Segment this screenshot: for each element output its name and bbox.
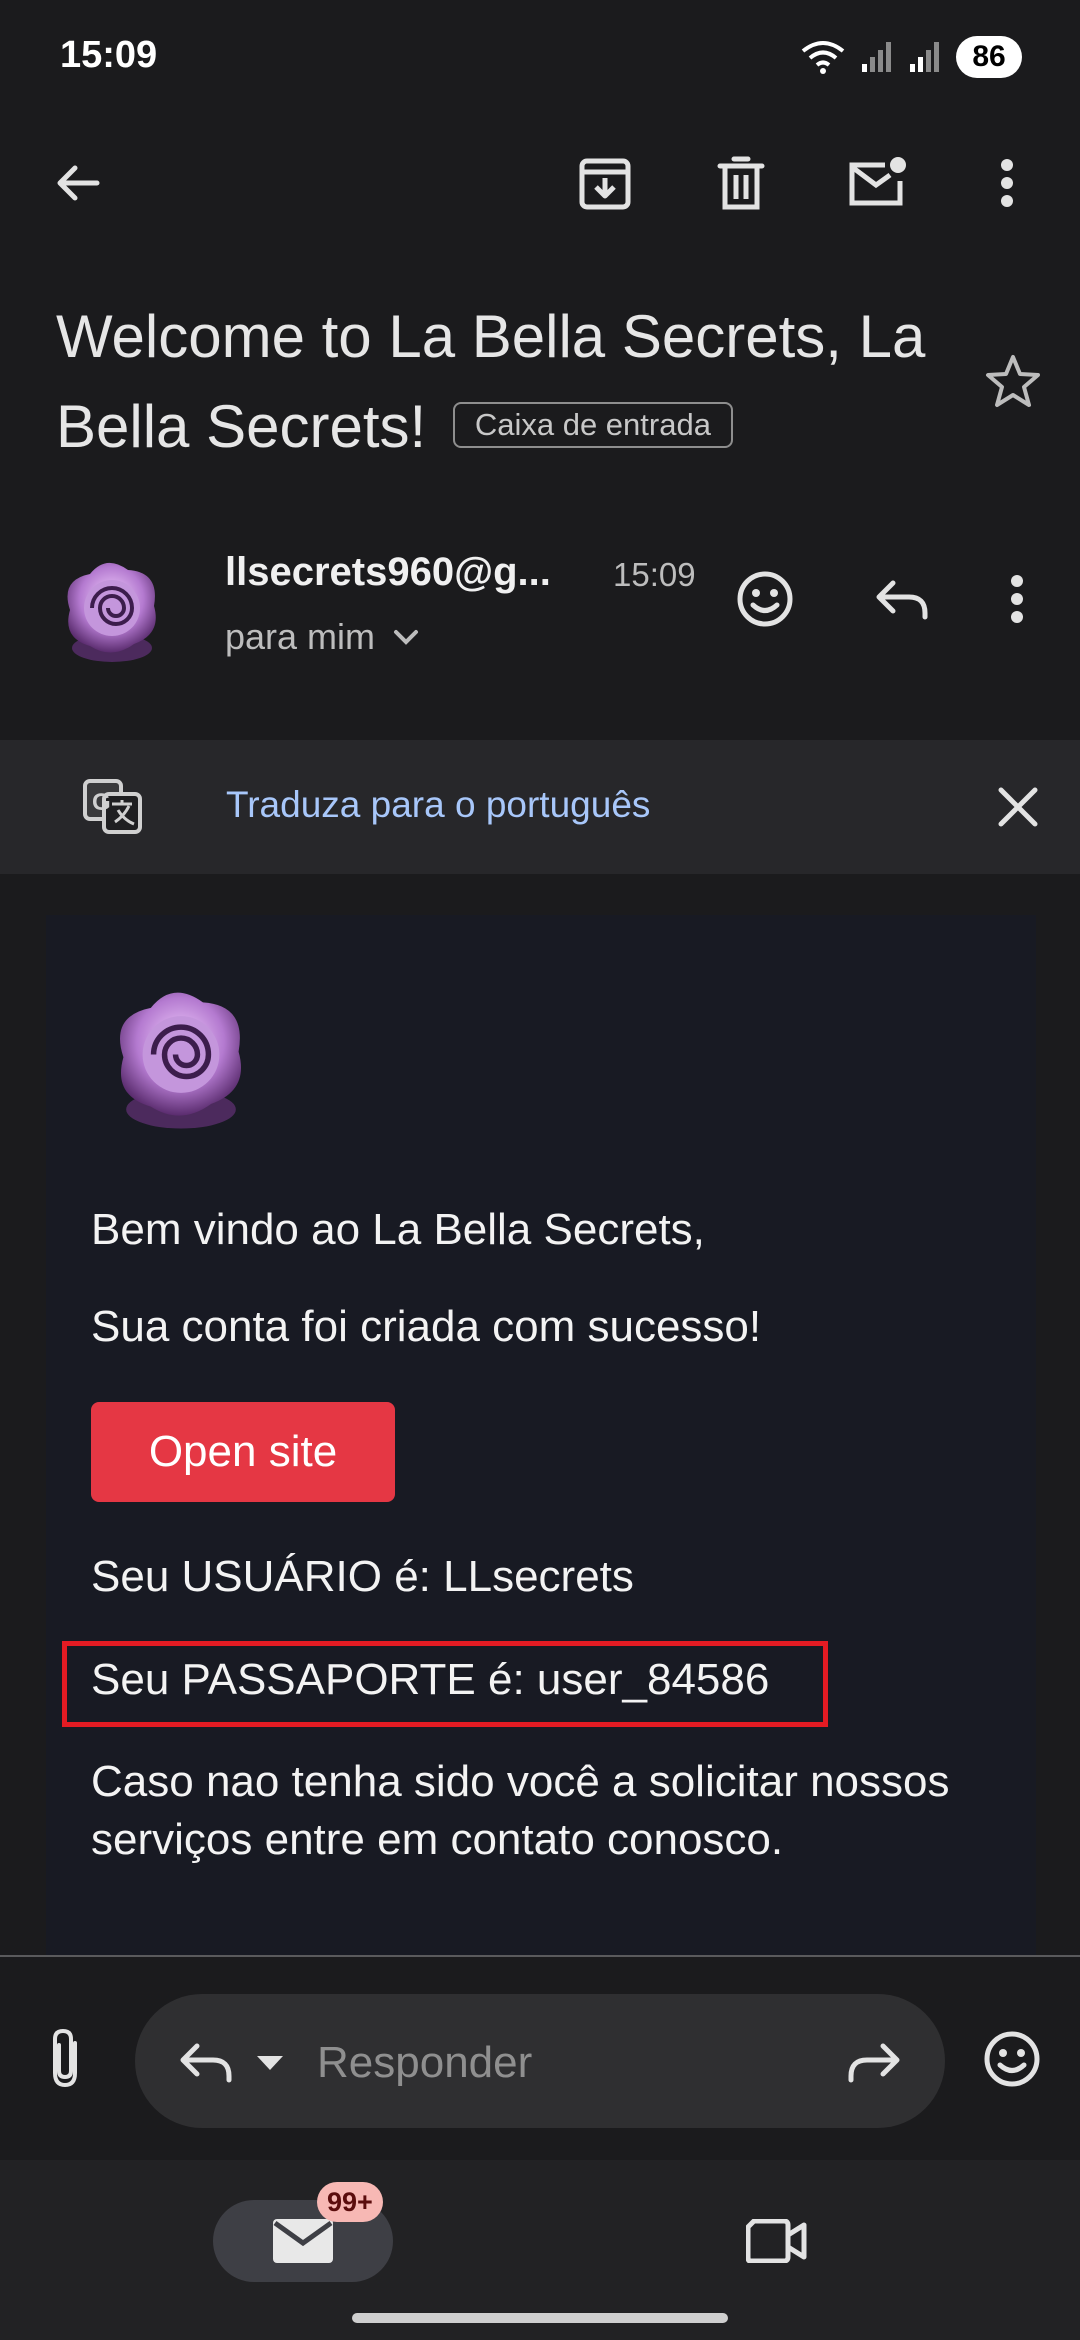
inbox-label[interactable]: Caixa de entrada <box>452 402 733 449</box>
mark-unread-button[interactable] <box>832 138 922 228</box>
open-site-button[interactable]: Open site <box>91 1402 395 1502</box>
star-button[interactable] <box>968 336 1058 426</box>
more-vert-icon <box>1011 575 1023 623</box>
success-text: Sua conta foi criada com sucesso! <box>91 1302 762 1351</box>
greeting-text: Bem vindo ao La Bella Secrets, <box>91 1205 705 1254</box>
recipient-toggle[interactable]: para mim <box>225 616 419 658</box>
translate-link[interactable]: Traduza para o português <box>226 784 650 826</box>
signal-icon <box>910 42 939 72</box>
status-bar: 15:09 86 <box>0 0 1080 120</box>
back-button[interactable] <box>33 138 123 228</box>
status-time: 15:09 <box>60 34 158 76</box>
username-text: Seu USUÁRIO é: LLsecrets <box>91 1552 634 1601</box>
archive-icon <box>579 158 631 210</box>
emoji-icon <box>737 571 793 627</box>
react-emoji-button[interactable] <box>720 554 810 644</box>
delete-button[interactable] <box>696 138 786 228</box>
mail-icon <box>273 2219 333 2263</box>
sender-time: 15:09 <box>613 556 696 593</box>
reply-placeholder: Responder <box>317 2038 533 2087</box>
nav-meet[interactable] <box>732 2196 822 2286</box>
email-screen: 15:09 86 Welcome to La Bella Secrets, La… <box>0 0 1080 2340</box>
status-icons: 86 <box>800 36 1022 78</box>
close-icon <box>998 787 1038 827</box>
mark-unread-icon <box>849 157 906 206</box>
sender-row[interactable]: llsecrets960@g... 15:09 para mim <box>0 530 1080 680</box>
contact-note: Caso nao tenha sido você a solicitar nos… <box>91 1757 950 1864</box>
email-toolbar <box>0 130 1080 240</box>
wifi-icon <box>801 41 845 74</box>
svg-text:G: G <box>92 789 111 816</box>
star-icon <box>986 355 1040 407</box>
password-text: Seu PASSAPORTE é: user_84586 <box>91 1655 770 1704</box>
sender-avatar <box>67 562 156 662</box>
la-bella-secrets-logo <box>119 992 242 1129</box>
attachment-icon <box>53 2028 77 2088</box>
emoji-icon <box>984 2031 1040 2087</box>
video-camera-icon <box>746 2219 807 2263</box>
translate-banner: G Traduza para o português <box>0 740 1080 874</box>
message-more-button[interactable] <box>972 554 1062 644</box>
sender-name: llsecrets960@g... <box>225 550 551 594</box>
translate-icon: G <box>83 779 142 834</box>
caret-down-icon[interactable] <box>257 2056 283 2070</box>
battery-indicator: 86 <box>956 36 1022 78</box>
email-subject: Welcome to La Bella Secrets, La Bella Se… <box>56 292 956 472</box>
recipient-text: para mim <box>225 616 376 657</box>
attach-button[interactable] <box>20 2013 110 2103</box>
close-translate-button[interactable] <box>973 762 1063 852</box>
trash-icon <box>717 156 765 210</box>
forward-icon[interactable] <box>847 2040 903 2084</box>
more-options-button[interactable] <box>962 138 1052 228</box>
reply-area: Responder <box>0 1957 1080 2160</box>
more-vert-icon <box>1001 159 1013 207</box>
signal-icon <box>862 42 891 72</box>
reply-icon <box>876 580 928 620</box>
unread-badge: 99+ <box>317 2182 383 2222</box>
email-body: Bem vindo ao La Bella Secrets, Sua conta… <box>46 915 1036 1955</box>
home-indicator <box>352 2313 728 2323</box>
reply-icon <box>180 2043 232 2083</box>
reply-field[interactable]: Responder <box>135 1994 945 2128</box>
chevron-down-icon <box>394 630 419 645</box>
archive-button[interactable] <box>560 138 650 228</box>
back-arrow-icon <box>57 165 100 201</box>
reply-button[interactable] <box>856 554 946 644</box>
reply-emoji-button[interactable] <box>967 2014 1057 2104</box>
bottom-navigation: 99+ <box>0 2160 1080 2340</box>
